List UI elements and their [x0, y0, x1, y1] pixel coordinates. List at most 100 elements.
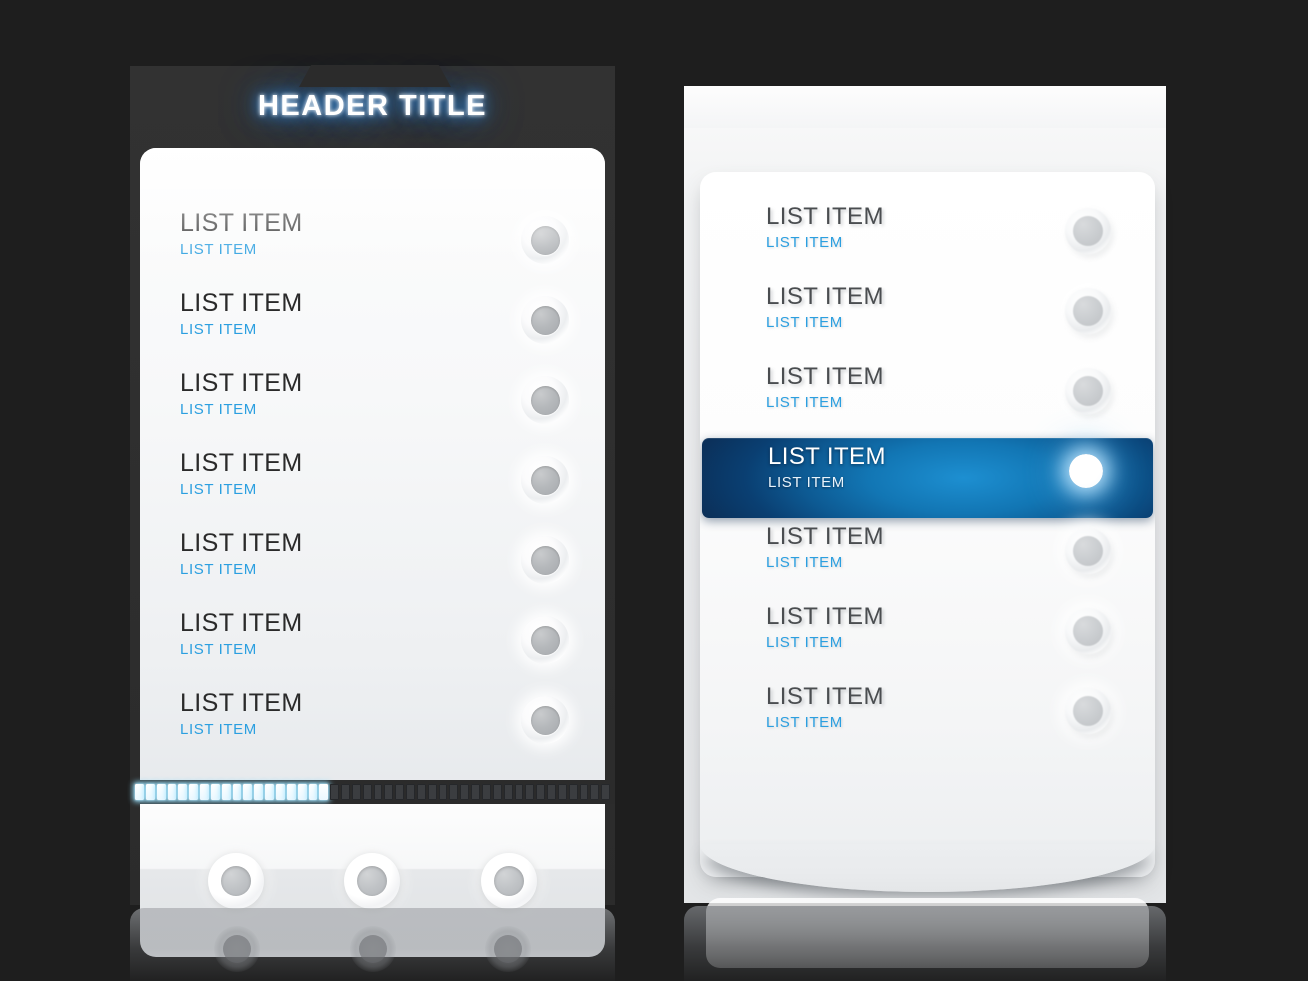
list-item-subtitle: LIST ITEM: [766, 714, 843, 731]
progress-segment-filled[interactable]: [254, 784, 264, 800]
progress-bar[interactable]: [130, 780, 615, 804]
list-item-title: LIST ITEM: [766, 203, 884, 230]
progress-segment-filled[interactable]: [167, 784, 177, 800]
list-item-text: LIST ITEM LIST ITEM: [180, 604, 303, 661]
circle-knob-icon[interactable]: [1065, 288, 1111, 334]
progress-segment-empty[interactable]: [395, 784, 405, 800]
progress-segment-empty[interactable]: [449, 784, 459, 800]
tab-notch: [299, 65, 451, 87]
progress-segment-empty[interactable]: [460, 784, 470, 800]
list-item[interactable]: LIST ITEM LIST ITEM: [140, 444, 605, 524]
list-item-text: LIST ITEM LIST ITEM: [766, 518, 884, 574]
list-item[interactable]: LIST ITEM LIST ITEM: [700, 598, 1155, 678]
progress-segment-filled[interactable]: [178, 784, 188, 800]
progress-segment-empty[interactable]: [471, 784, 480, 800]
progress-segment-empty[interactable]: [568, 784, 578, 800]
progress-segment-empty[interactable]: [341, 784, 350, 800]
list-item[interactable]: LIST ITEM LIST ITEM: [140, 284, 605, 364]
list-item-subtitle: LIST ITEM: [180, 241, 257, 258]
screen-root: HEADER TITLE LIST ITEM LIST ITEM LIST ITEM…: [0, 0, 1308, 981]
left-panel-card: LIST ITEM LIST ITEM LIST ITEM LIST ITEM LIST…: [140, 148, 605, 853]
circle-knob-icon[interactable]: [1065, 688, 1111, 734]
progress-segment-empty[interactable]: [601, 784, 611, 800]
list-item-text: LIST ITEM LIST ITEM: [180, 444, 303, 501]
list-item[interactable]: LIST ITEM LIST ITEM: [700, 678, 1155, 758]
circle-knob-icon[interactable]: [521, 536, 569, 584]
progress-segment-empty[interactable]: [557, 784, 567, 800]
progress-segment-empty[interactable]: [330, 784, 340, 800]
progress-segment-filled[interactable]: [275, 784, 285, 800]
progress-segment-filled[interactable]: [221, 784, 231, 800]
progress-segment-filled[interactable]: [265, 784, 274, 800]
progress-segment-empty[interactable]: [482, 784, 491, 800]
progress-segment-filled[interactable]: [210, 784, 220, 800]
circle-button-icon[interactable]: [208, 852, 265, 909]
circle-knob-icon[interactable]: [521, 296, 569, 344]
list-item-title: LIST ITEM: [766, 683, 884, 710]
card-bottom-curve: [700, 844, 1155, 892]
progress-segment-filled[interactable]: [308, 784, 318, 800]
progress-segment-filled[interactable]: [135, 784, 144, 800]
circle-knob-icon[interactable]: [1065, 608, 1111, 654]
list-item-subtitle: LIST ITEM: [766, 234, 843, 251]
progress-segment-filled[interactable]: [286, 784, 296, 800]
circle-knob-icon[interactable]: [521, 216, 569, 264]
progress-segment-filled[interactable]: [297, 784, 307, 800]
progress-segment-empty[interactable]: [373, 784, 383, 800]
progress-segment-empty[interactable]: [384, 784, 394, 800]
list-item[interactable]: LIST ITEM LIST ITEM: [140, 524, 605, 604]
list-item[interactable]: LIST ITEM LIST ITEM: [700, 518, 1155, 598]
progress-segment-empty[interactable]: [579, 784, 589, 800]
list-item[interactable]: LIST ITEM LIST ITEM: [140, 604, 605, 684]
right-panel: LIST ITEM LIST ITEM LIST ITEM LIST ITEM LIST…: [684, 86, 1166, 968]
progress-segment-empty[interactable]: [590, 784, 600, 800]
list-item-subtitle: LIST ITEM: [766, 314, 843, 331]
left-panel: HEADER TITLE LIST ITEM LIST ITEM LIST ITEM…: [130, 65, 615, 957]
circle-button-icon[interactable]: [344, 852, 401, 909]
list-item[interactable]: LIST ITEM LIST ITEM: [140, 204, 605, 284]
list-item-title: LIST ITEM: [180, 289, 303, 317]
progress-segment-empty[interactable]: [514, 784, 524, 800]
list-item[interactable]: LIST ITEM LIST ITEM: [700, 278, 1155, 358]
progress-segment-filled[interactable]: [145, 784, 155, 800]
list-item-text: LIST ITEM LIST ITEM: [180, 524, 303, 581]
list-item-title: LIST ITEM: [180, 689, 303, 717]
selected-indicator-icon[interactable]: [1063, 448, 1109, 494]
progress-segment-filled[interactable]: [200, 784, 209, 800]
progress-segment-empty[interactable]: [536, 784, 546, 800]
progress-segment-filled[interactable]: [156, 784, 166, 800]
circle-knob-icon[interactable]: [521, 376, 569, 424]
progress-segment-filled[interactable]: [319, 784, 329, 800]
progress-segment-empty[interactable]: [362, 784, 372, 800]
progress-segment-empty[interactable]: [406, 784, 415, 800]
progress-segment-empty[interactable]: [492, 784, 502, 800]
list-item-text: LIST ITEM LIST ITEM: [180, 364, 303, 421]
circle-button-icon[interactable]: [480, 852, 537, 909]
progress-segment-filled[interactable]: [232, 784, 242, 800]
list-item[interactable]: LIST ITEM LIST ITEM: [700, 198, 1155, 278]
progress-track[interactable]: [135, 784, 611, 800]
circle-knob-icon[interactable]: [1065, 528, 1111, 574]
progress-segment-filled[interactable]: [189, 784, 199, 800]
progress-segment-empty[interactable]: [525, 784, 535, 800]
progress-segment-empty[interactable]: [351, 784, 361, 800]
list-item[interactable]: LIST ITEM LIST ITEM: [140, 684, 605, 764]
circle-knob-icon[interactable]: [521, 696, 569, 744]
list-item-subtitle: LIST ITEM: [180, 721, 257, 738]
list-item-subtitle: LIST ITEM: [768, 474, 845, 491]
progress-segment-filled[interactable]: [243, 784, 253, 800]
right-panel-card: LIST ITEM LIST ITEM LIST ITEM LIST ITEM LIST…: [700, 172, 1155, 877]
circle-knob-icon[interactable]: [1065, 208, 1111, 254]
progress-segment-empty[interactable]: [427, 784, 437, 800]
list-item-title: LIST ITEM: [766, 523, 884, 550]
progress-segment-empty[interactable]: [503, 784, 513, 800]
circle-knob-icon[interactable]: [521, 456, 569, 504]
circle-knob-icon[interactable]: [1065, 368, 1111, 414]
progress-segment-empty[interactable]: [547, 784, 556, 800]
list-item[interactable]: LIST ITEM LIST ITEM: [700, 358, 1155, 438]
progress-segment-empty[interactable]: [438, 784, 448, 800]
circle-knob-icon[interactable]: [521, 616, 569, 664]
list-item-selected[interactable]: LIST ITEM LIST ITEM: [702, 438, 1153, 518]
progress-segment-empty[interactable]: [416, 784, 426, 800]
list-item[interactable]: LIST ITEM LIST ITEM: [140, 364, 605, 444]
